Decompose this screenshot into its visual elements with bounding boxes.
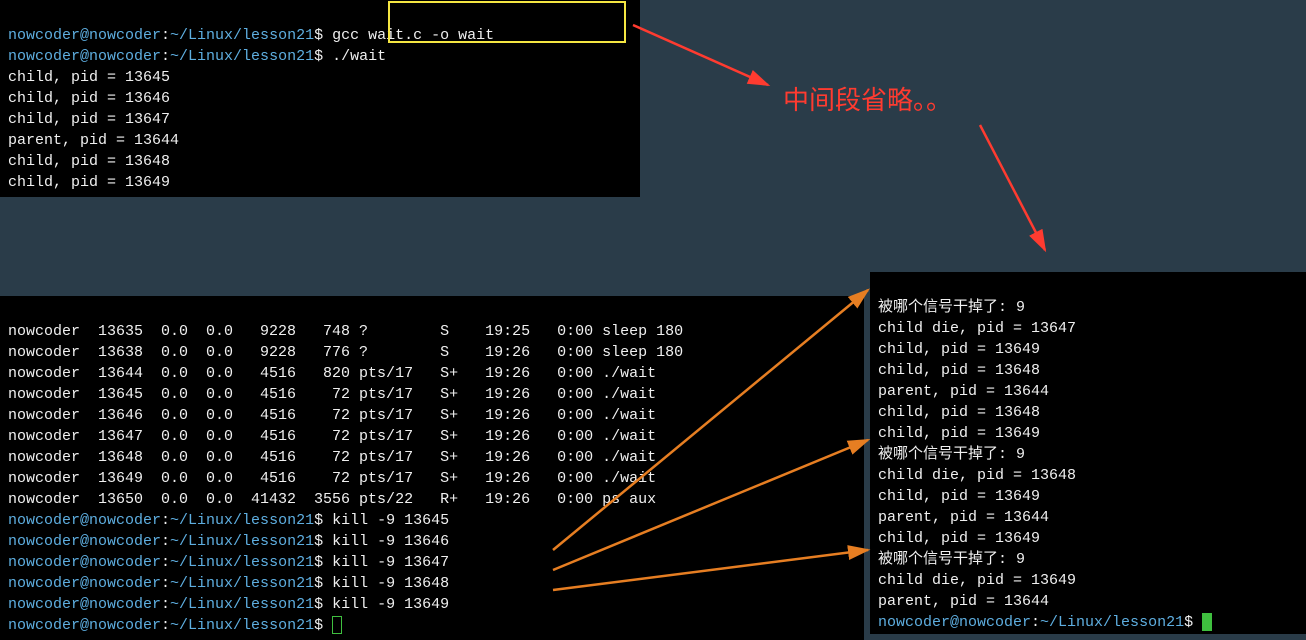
output-line: parent, pid = 13644 — [878, 383, 1049, 400]
cmd-kill: kill -9 13649 — [332, 596, 449, 613]
annotation-text: 中间段省略。。 — [783, 80, 952, 117]
cmd-kill: kill -9 13646 — [332, 533, 449, 550]
prompt-path: ~/Linux/lesson21 — [170, 27, 314, 44]
arrow-red-2 — [970, 115, 1070, 265]
output-line: child, pid = 13649 — [878, 488, 1040, 505]
prompt-empty: nowcoder@nowcoder:~/Linux/lesson21$ — [8, 617, 342, 634]
ps-row: nowcoder 13650 0.0 0.0 41432 3556 pts/22… — [8, 491, 656, 508]
output-line: parent, pid = 13644 — [878, 593, 1049, 610]
cmd-run-wait: ./wait — [332, 48, 386, 65]
output-line: 被哪个信号干掉了: 9 — [878, 446, 1025, 463]
output-line: child, pid = 13648 — [878, 404, 1040, 421]
ps-row: nowcoder 13638 0.0 0.0 9228 776 ? S 19:2… — [8, 344, 683, 361]
ps-row: nowcoder 13649 0.0 0.0 4516 72 pts/17 S+… — [8, 470, 656, 487]
output-line: child die, pid = 13649 — [878, 572, 1076, 589]
ps-row: nowcoder 13635 0.0 0.0 9228 748 ? S 19:2… — [8, 323, 683, 340]
output-line: child die, pid = 13647 — [878, 320, 1076, 337]
output-line: child, pid = 13646 — [8, 90, 170, 107]
output-line: child, pid = 13645 — [8, 69, 170, 86]
ps-row: nowcoder 13644 0.0 0.0 4516 820 pts/17 S… — [8, 365, 656, 382]
output-line: child, pid = 13648 — [878, 362, 1040, 379]
ps-row: nowcoder 13648 0.0 0.0 4516 72 pts/17 S+… — [8, 449, 656, 466]
terminal-bottom-right: 被哪个信号干掉了: 9 child die, pid = 13647 child… — [870, 272, 1306, 634]
cursor-icon[interactable] — [1202, 613, 1212, 631]
cmd-kill: kill -9 13647 — [332, 554, 449, 571]
output-line: child, pid = 13649 — [878, 341, 1040, 358]
ps-row: nowcoder 13645 0.0 0.0 4516 72 pts/17 S+… — [8, 386, 656, 403]
cmd-kill: kill -9 13645 — [332, 512, 449, 529]
highlight-box — [388, 1, 626, 43]
cmd-kill: kill -9 13648 — [332, 575, 449, 592]
output-line: parent, pid = 13644 — [8, 132, 179, 149]
output-line: child, pid = 13649 — [878, 530, 1040, 547]
prompt-kill-1: nowcoder@nowcoder:~/Linux/lesson21$ kill… — [8, 512, 449, 529]
terminal-bottom-left: nowcoder 13635 0.0 0.0 9228 748 ? S 19:2… — [0, 296, 864, 640]
output-line: child die, pid = 13648 — [878, 467, 1076, 484]
prompt-user: nowcoder@nowcoder — [8, 27, 161, 44]
prompt-kill-5: nowcoder@nowcoder:~/Linux/lesson21$ kill… — [8, 596, 449, 613]
output-line: child, pid = 13649 — [878, 425, 1040, 442]
output-line: 被哪个信号干掉了: 9 — [878, 551, 1025, 568]
cursor-icon[interactable] — [332, 616, 342, 634]
output-line: child, pid = 13647 — [8, 111, 170, 128]
output-line: 被哪个信号干掉了: 9 — [878, 299, 1025, 316]
output-line: parent, pid = 13644 — [878, 509, 1049, 526]
arrow-red-1 — [628, 10, 788, 100]
prompt-line-2: nowcoder@nowcoder:~/Linux/lesson21$ ./wa… — [8, 48, 386, 65]
prompt-br: nowcoder@nowcoder:~/Linux/lesson21$ — [878, 614, 1212, 631]
prompt-kill-3: nowcoder@nowcoder:~/Linux/lesson21$ kill… — [8, 554, 449, 571]
output-line: child, pid = 13649 — [8, 174, 170, 191]
prompt-kill-4: nowcoder@nowcoder:~/Linux/lesson21$ kill… — [8, 575, 449, 592]
ps-row: nowcoder 13647 0.0 0.0 4516 72 pts/17 S+… — [8, 428, 656, 445]
prompt-kill-2: nowcoder@nowcoder:~/Linux/lesson21$ kill… — [8, 533, 449, 550]
ps-row: nowcoder 13646 0.0 0.0 4516 72 pts/17 S+… — [8, 407, 656, 424]
output-line: child, pid = 13648 — [8, 153, 170, 170]
